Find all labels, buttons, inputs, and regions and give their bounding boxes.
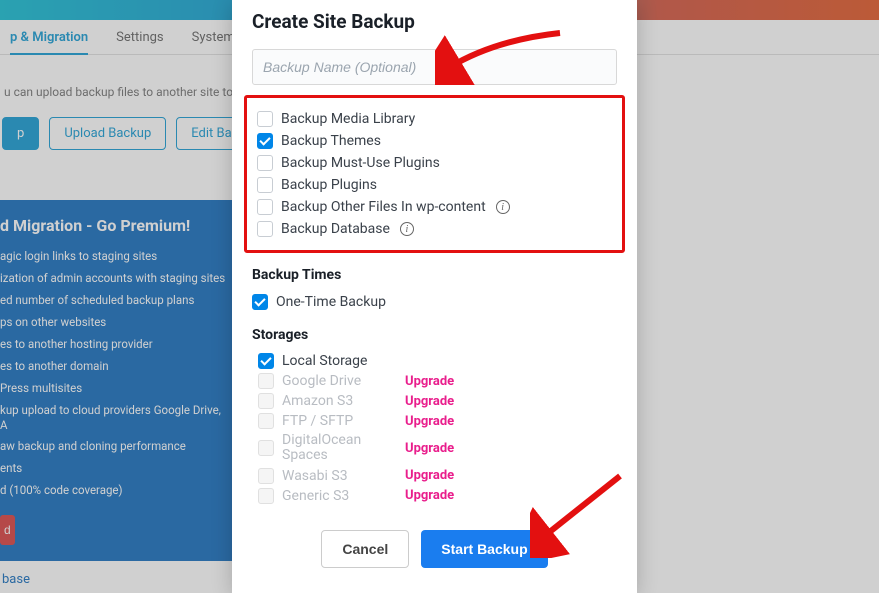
modal-title: Create Site Backup (252, 10, 617, 33)
checkbox-icon[interactable] (252, 294, 268, 310)
option-label: Backup Themes (281, 133, 381, 149)
modal-footer: Cancel Start Backup (252, 530, 617, 568)
storage-digitalocean: DigitalOcean Spaces Upgrade (252, 431, 617, 466)
option-themes[interactable]: Backup Themes (251, 130, 614, 152)
checkbox-icon (258, 393, 274, 409)
storage-label: Google Drive (282, 373, 397, 389)
storage-ftp-sftp: FTP / SFTP Upgrade (252, 411, 617, 431)
checkbox-icon (258, 468, 274, 484)
checkbox-icon (258, 373, 274, 389)
storage-label: Local Storage (282, 353, 397, 369)
checkbox-icon[interactable] (257, 133, 273, 149)
checkbox-icon (258, 488, 274, 504)
option-other-files[interactable]: Backup Other Files In wp-content i (251, 196, 614, 218)
storage-google-drive: Google Drive Upgrade (252, 371, 617, 391)
option-label: Backup Database (281, 221, 390, 237)
upgrade-link[interactable]: Upgrade (405, 441, 454, 456)
storage-label: Generic S3 (282, 488, 397, 504)
upgrade-link[interactable]: Upgrade (405, 414, 454, 429)
cancel-button[interactable]: Cancel (321, 530, 409, 568)
backup-options-highlight: Backup Media Library Backup Themes Backu… (244, 95, 625, 253)
section-backup-times: Backup Times (252, 267, 617, 283)
checkbox-icon (258, 440, 274, 456)
checkbox-icon (258, 413, 274, 429)
create-backup-modal: Create Site Backup Backup Media Library … (232, 0, 637, 593)
option-label: Backup Other Files In wp-content (281, 199, 486, 215)
option-label: One-Time Backup (276, 294, 386, 310)
start-backup-button[interactable]: Start Backup (421, 530, 547, 568)
option-label: Backup Must-Use Plugins (281, 155, 440, 171)
option-plugins[interactable]: Backup Plugins (251, 174, 614, 196)
storage-label: Amazon S3 (282, 393, 397, 409)
upgrade-link[interactable]: Upgrade (405, 394, 454, 409)
option-one-time[interactable]: One-Time Backup (252, 291, 617, 313)
checkbox-icon[interactable] (257, 111, 273, 127)
checkbox-icon[interactable] (257, 155, 273, 171)
storage-label: DigitalOcean Spaces (282, 433, 397, 464)
section-storages: Storages (252, 327, 617, 343)
option-label: Backup Plugins (281, 177, 377, 193)
upgrade-link[interactable]: Upgrade (405, 488, 454, 503)
option-media-library[interactable]: Backup Media Library (251, 108, 614, 130)
upgrade-link[interactable]: Upgrade (405, 468, 454, 483)
storage-wasabi: Wasabi S3 Upgrade (252, 466, 617, 486)
storage-label: FTP / SFTP (282, 413, 397, 429)
checkbox-icon[interactable] (257, 199, 273, 215)
checkbox-icon[interactable] (258, 353, 274, 369)
storage-label: Wasabi S3 (282, 468, 397, 484)
checkbox-icon[interactable] (257, 177, 273, 193)
backup-name-input[interactable] (252, 49, 617, 85)
option-database[interactable]: Backup Database i (251, 218, 614, 240)
option-label: Backup Media Library (281, 111, 415, 127)
info-icon[interactable]: i (400, 222, 414, 236)
option-mu-plugins[interactable]: Backup Must-Use Plugins (251, 152, 614, 174)
info-icon[interactable]: i (496, 200, 510, 214)
checkbox-icon[interactable] (257, 221, 273, 237)
upgrade-link[interactable]: Upgrade (405, 374, 454, 389)
storage-generic-s3: Generic S3 Upgrade (252, 486, 617, 506)
storage-amazon-s3: Amazon S3 Upgrade (252, 391, 617, 411)
storage-local[interactable]: Local Storage (252, 351, 617, 371)
